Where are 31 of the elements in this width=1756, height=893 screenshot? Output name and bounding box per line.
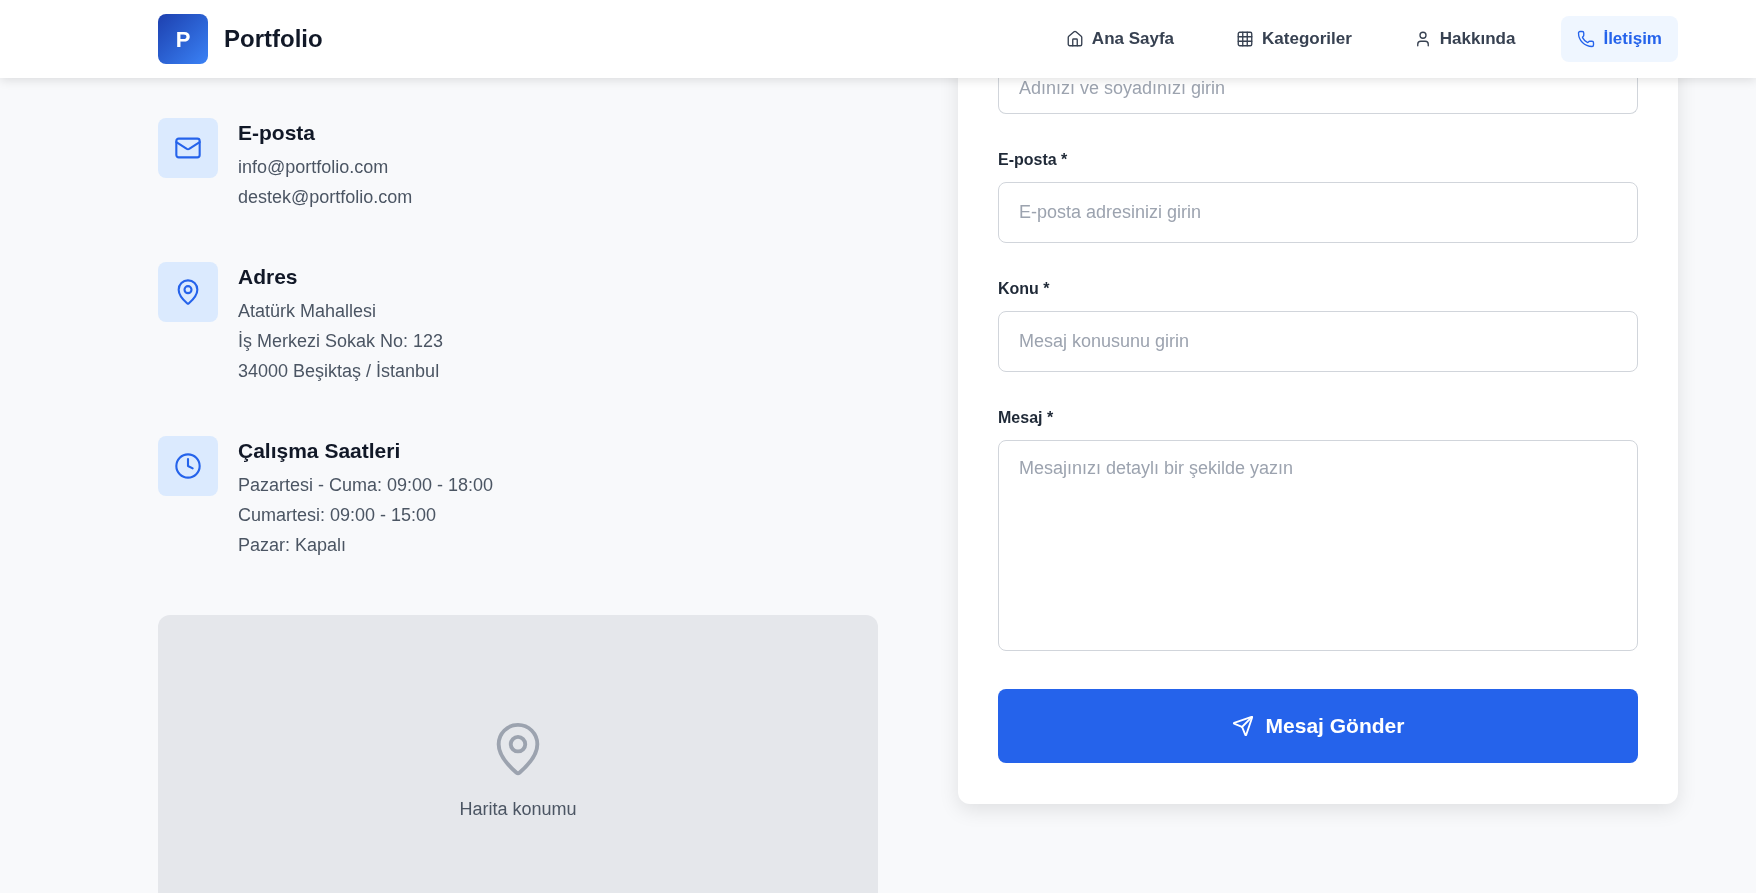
info-text: Atatürk Mahallesi bbox=[238, 300, 378, 323]
send-button[interactable]: Mesaj Gönder bbox=[998, 689, 1638, 763]
info-text: Pazartesi - Cuma: 09:00 - 18:00 bbox=[238, 474, 494, 497]
info-title: Adres bbox=[238, 264, 299, 290]
field-label: Konu * bbox=[998, 279, 1051, 299]
info-text: Pazar: Kapalı bbox=[238, 534, 348, 557]
info-text: 34000 Beşiktaş / İstanbul bbox=[238, 360, 441, 383]
phone-icon bbox=[1577, 30, 1596, 48]
clock-icon bbox=[174, 452, 202, 480]
nav-link[interactable]: Hakkında bbox=[1397, 16, 1532, 62]
input-field[interactable]: E-posta adresinizi girin bbox=[998, 182, 1638, 243]
message-field[interactable]: Mesajınızı detaylı bir şekilde yazın bbox=[998, 440, 1638, 651]
home-icon bbox=[1065, 30, 1084, 48]
send-icon bbox=[1231, 715, 1254, 737]
input-field[interactable]: Adınızı ve soyadınızı girin bbox=[998, 78, 1638, 114]
field-label: E-posta * bbox=[998, 150, 1069, 170]
logo[interactable]: P bbox=[158, 14, 208, 64]
grid-icon bbox=[1236, 30, 1255, 48]
info-text: destek@portfolio.com bbox=[238, 186, 413, 209]
nav-link[interactable]: Kategoriler bbox=[1220, 16, 1368, 62]
info-title: Çalışma Saatleri bbox=[238, 438, 402, 464]
nav-link[interactable]: Ana Sayfa bbox=[1049, 16, 1191, 62]
info-text: info@portfolio.com bbox=[238, 156, 390, 179]
info-title: E-posta bbox=[238, 120, 316, 146]
field-label: Mesaj * bbox=[998, 408, 1055, 428]
brand-name[interactable]: Portfolio bbox=[224, 21, 323, 57]
map-caption: Harita konumu bbox=[459, 798, 577, 821]
info-text: İş Merkezi Sokak No: 123 bbox=[238, 330, 444, 353]
input-field[interactable]: Mesaj konusunu girin bbox=[998, 311, 1638, 372]
nav-link[interactable]: İletişim bbox=[1561, 16, 1678, 62]
info-text: Cumartesi: 09:00 - 15:00 bbox=[238, 504, 438, 527]
